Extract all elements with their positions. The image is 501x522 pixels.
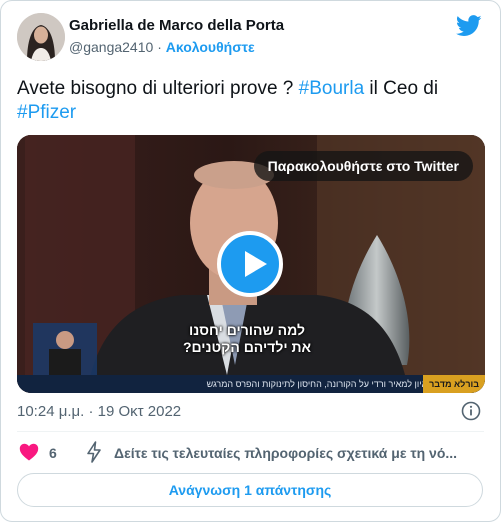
- tweet-text: Avete bisogno di ulteriori prove ? #Bour…: [17, 77, 487, 125]
- tweet-text-part-1: Avete bisogno di ulteriori prove ?: [17, 78, 299, 99]
- subtitle-line-2: את ילדיהם הקטנים?: [182, 339, 312, 355]
- avatar[interactable]: [17, 13, 65, 61]
- video-player[interactable]: Παρακολουθήστε στο Twitter למה שהורים יח…: [17, 135, 485, 393]
- latest-info-link[interactable]: Δείτε τις τελευταίες πληροφορίες σχετικά…: [114, 445, 479, 461]
- news-ticker: מנכ"ל פייזר בריאיון למאיר ורדי על הקורונ…: [17, 375, 485, 393]
- ticker-tag: בורלא מדבר: [423, 375, 485, 393]
- subtitle-line-1: למה שהורים יחסנו: [189, 322, 305, 338]
- like-count[interactable]: 6: [49, 445, 57, 461]
- video-subtitle: למה שהורים יחסנו את ילדיהם הקטנים?: [167, 322, 327, 356]
- tweet-card: Gabriella de Marco della Porta @ganga241…: [0, 0, 501, 522]
- tweet-text-part-2: il Ceo di: [364, 78, 439, 99]
- hashtag-pfizer[interactable]: #Pfizer: [17, 102, 76, 123]
- hashtag-bourla[interactable]: #Bourla: [299, 78, 365, 99]
- heart-icon[interactable]: [19, 443, 39, 461]
- author-handle[interactable]: @ganga2410: [69, 39, 153, 55]
- watch-on-twitter-button[interactable]: Παρακολουθήστε στο Twitter: [253, 151, 473, 181]
- twitter-logo-icon[interactable]: [456, 15, 482, 37]
- bolt-icon[interactable]: [86, 441, 102, 463]
- play-icon[interactable]: [217, 231, 283, 297]
- divider: [17, 431, 484, 432]
- follow-button[interactable]: Ακολουθήστε: [166, 39, 255, 55]
- tweet-timestamp[interactable]: 10:24 μ.μ. · 19 Οκτ 2022: [17, 403, 181, 420]
- read-replies-button[interactable]: Ανάγνωση 1 απάντησης: [17, 473, 483, 507]
- author-name[interactable]: Gabriella de Marco della Porta: [69, 17, 284, 34]
- author-meta: @ganga2410 · Ακολουθήστε: [69, 39, 255, 55]
- info-icon[interactable]: [461, 401, 481, 421]
- meta-separator: ·: [157, 39, 162, 55]
